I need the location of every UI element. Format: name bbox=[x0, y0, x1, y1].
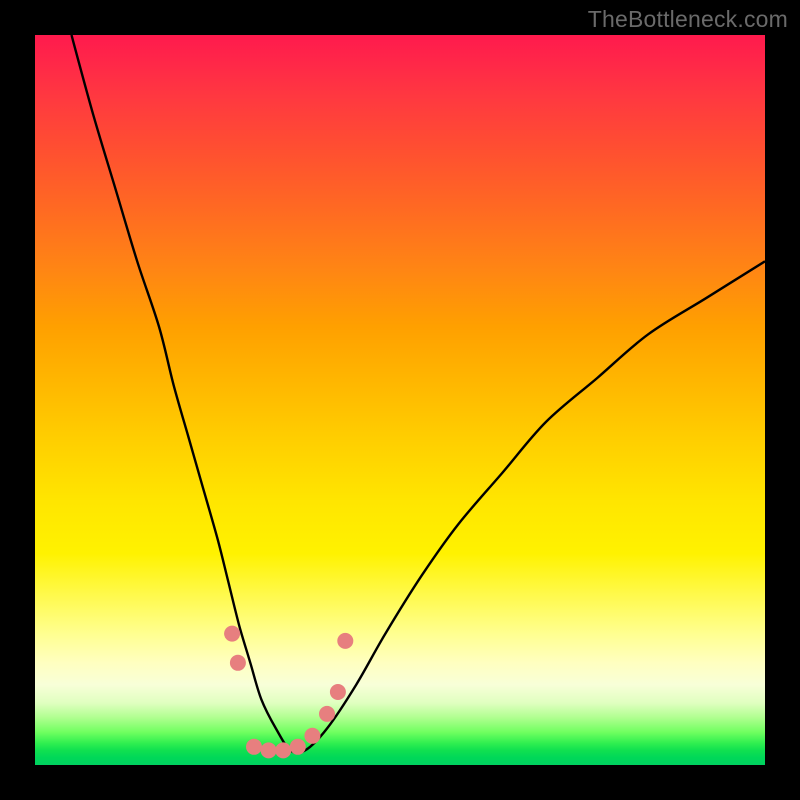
plot-area bbox=[35, 35, 765, 765]
data-marker bbox=[275, 742, 291, 758]
data-marker bbox=[290, 739, 306, 755]
data-marker bbox=[246, 739, 262, 755]
curve-layer bbox=[35, 35, 765, 765]
data-marker bbox=[319, 706, 335, 722]
curve-line bbox=[72, 35, 766, 753]
data-marker bbox=[261, 742, 277, 758]
bottleneck-curve bbox=[72, 35, 766, 753]
data-marker bbox=[337, 633, 353, 649]
data-markers bbox=[224, 626, 353, 759]
data-marker bbox=[224, 626, 240, 642]
data-marker bbox=[330, 684, 346, 700]
watermark-text: TheBottleneck.com bbox=[588, 6, 788, 33]
data-marker bbox=[304, 728, 320, 744]
data-marker bbox=[230, 655, 246, 671]
chart-frame: TheBottleneck.com bbox=[0, 0, 800, 800]
